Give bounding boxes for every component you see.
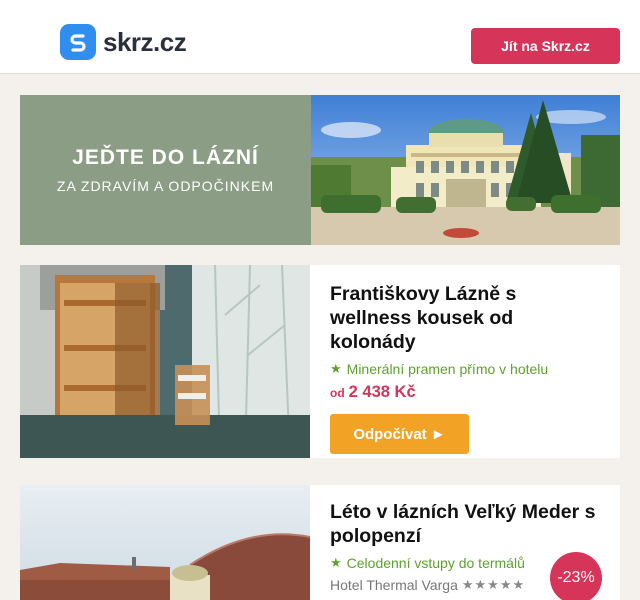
hotel-stars: ★★★★★ — [461, 577, 526, 592]
price-amount: 2 438 Kč — [348, 383, 416, 401]
star-icon: ★ — [330, 555, 342, 570]
thermal-spa-photo — [20, 485, 310, 600]
offer-feature-text: Minerální pramen přímo v hotelu — [346, 361, 549, 377]
logo-text: skrz.cz — [103, 26, 187, 57]
go-to-skrz-button[interactable]: Jít na Skrz.cz — [471, 28, 620, 64]
hotel-name: Hotel Thermal Varga — [330, 577, 458, 593]
banner-text-panel: JEĎTE DO LÁZNÍ ZA ZDRAVÍM A ODPOČINKEM — [20, 95, 311, 245]
logo[interactable]: skrz.cz — [60, 24, 187, 60]
spa-building-photo — [311, 95, 620, 245]
header: skrz.cz Jít na Skrz.cz — [0, 0, 640, 74]
offer-feature: ★ Minerální pramen přímo v hotelu — [330, 361, 600, 377]
offer-title[interactable]: Léto v lázních Veľký Meder s polopenzí — [330, 500, 600, 548]
star-icon: ★ — [330, 361, 342, 376]
offer-body: Františkovy Lázně s wellness kousek od k… — [330, 282, 600, 454]
offer-feature-text: Celodenní vstupy do termálů — [346, 555, 525, 571]
banner-title: JEĎTE DO LÁZNÍ — [72, 146, 259, 169]
discount-badge: -23% — [550, 552, 602, 600]
offer-card[interactable]: Léto v lázních Veľký Meder s polopenzí ★… — [20, 485, 620, 600]
offer-price: od 2 438 Kč — [330, 383, 600, 402]
banner-subtitle: ZA ZDRAVÍM A ODPOČINKEM — [56, 178, 275, 194]
sauna-photo — [20, 265, 310, 458]
relax-button[interactable]: Odpočívat ► — [330, 414, 469, 454]
skrz-logo-icon — [60, 24, 96, 60]
offer-card[interactable]: Františkovy Lázně s wellness kousek od k… — [20, 265, 620, 458]
spa-banner[interactable]: JEĎTE DO LÁZNÍ ZA ZDRAVÍM A ODPOČINKEM — [20, 95, 620, 245]
offer-title[interactable]: Františkovy Lázně s wellness kousek od k… — [330, 282, 600, 354]
price-prefix: od — [330, 386, 345, 400]
